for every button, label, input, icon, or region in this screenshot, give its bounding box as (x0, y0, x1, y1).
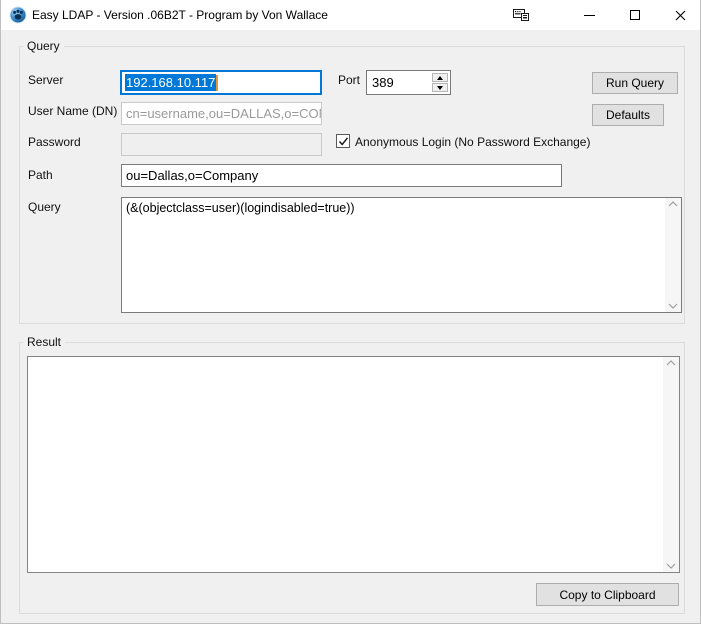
username-label: User Name (DN) (28, 104, 118, 118)
path-input[interactable]: ou=Dallas,o=Company (121, 164, 562, 187)
server-label: Server (28, 73, 64, 87)
result-textarea[interactable] (27, 356, 680, 573)
anonymous-login-checkbox[interactable] (336, 134, 350, 148)
query-text: (&(objectclass=user)(logindisabled=true)… (126, 201, 355, 215)
checkmark-icon (338, 136, 348, 146)
scroll-down-icon (668, 303, 678, 309)
anonymous-login-label[interactable]: Anonymous Login (No Password Exchange) (355, 135, 590, 149)
spin-down-icon (437, 85, 443, 90)
port-value: 389 (372, 75, 394, 90)
query-label: Query (28, 200, 61, 214)
minimize-icon (583, 14, 595, 16)
server-input[interactable]: 192.168.10.117 (120, 70, 322, 95)
port-spin-buttons (432, 73, 448, 92)
port-spinner[interactable]: 389 (366, 70, 451, 95)
minimize-button[interactable] (569, 0, 609, 30)
spin-up-button[interactable] (432, 73, 448, 82)
spin-up-icon (437, 75, 443, 80)
close-icon (675, 10, 685, 20)
maximize-button[interactable] (615, 0, 655, 30)
scroll-up-icon (668, 201, 678, 207)
paw-app-icon (9, 6, 27, 24)
text-caret (216, 74, 219, 91)
app-window: Easy LDAP - Version .06B2T - Program by … (0, 0, 701, 624)
title-bar[interactable]: Easy LDAP - Version .06B2T - Program by … (1, 0, 700, 30)
query-groupbox-label: Query (23, 39, 64, 53)
window-title: Easy LDAP - Version .06B2T - Program by … (32, 8, 328, 22)
query-textarea[interactable]: (&(objectclass=user)(logindisabled=true)… (121, 197, 682, 313)
defaults-button[interactable]: Defaults (592, 104, 664, 126)
copy-to-clipboard-button[interactable]: Copy to Clipboard (536, 583, 679, 606)
touch-keyboard-icon[interactable] (501, 0, 541, 30)
password-input[interactable] (121, 133, 322, 156)
spin-down-button[interactable] (432, 83, 448, 92)
result-scrollbar[interactable] (663, 357, 679, 572)
close-button[interactable] (660, 0, 700, 30)
scroll-down-icon (666, 563, 676, 569)
path-label: Path (28, 168, 53, 182)
port-label: Port (338, 73, 361, 87)
password-label: Password (28, 135, 81, 149)
result-groupbox-label: Result (23, 335, 66, 349)
maximize-icon (630, 10, 640, 20)
query-scrollbar[interactable] (665, 198, 681, 312)
scroll-up-icon (666, 360, 676, 366)
server-input-selected-text: 192.168.10.117 (125, 74, 217, 91)
username-input[interactable]: cn=username,ou=DALLAS,o=COMPANY (121, 102, 322, 125)
run-query-button[interactable]: Run Query (592, 72, 678, 94)
